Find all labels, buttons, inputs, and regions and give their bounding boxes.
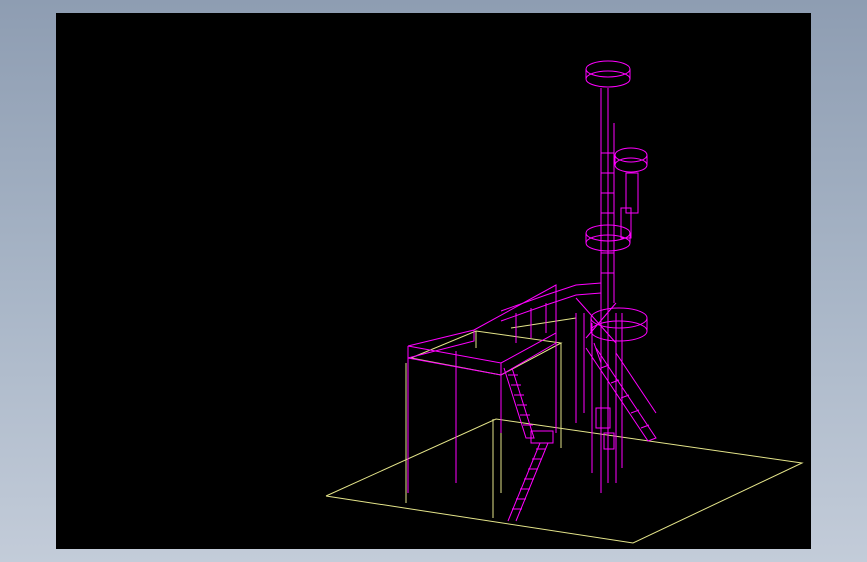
- cad-viewport[interactable]: [56, 13, 811, 549]
- ground-plane: [325, 363, 804, 544]
- steel-structure: [407, 60, 657, 522]
- wireframe-model: [325, 60, 804, 544]
